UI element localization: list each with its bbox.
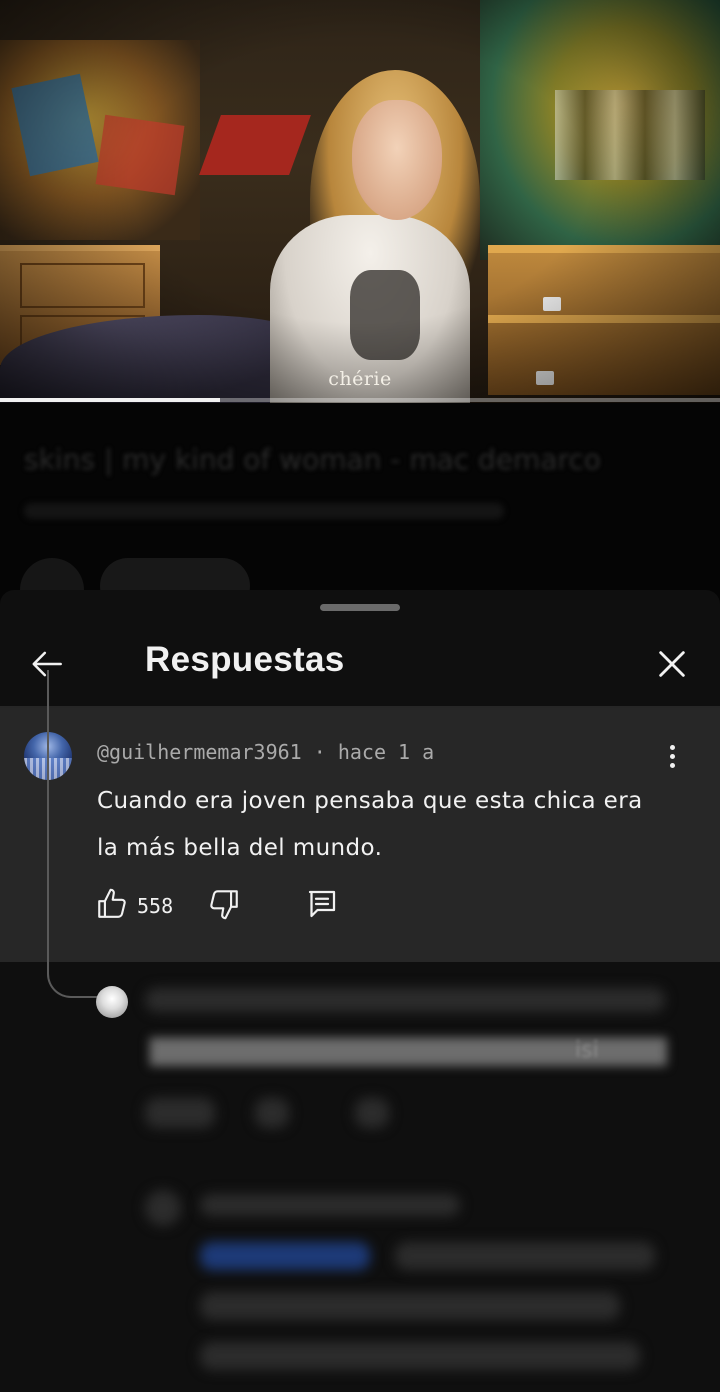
close-icon <box>659 651 685 677</box>
more-vert-icon <box>669 762 675 768</box>
highlighted-comment: @guilhermemar3961 · hace 1 a Cuando era … <box>0 708 720 962</box>
video-progress-bar[interactable] <box>0 398 720 402</box>
like-button[interactable] <box>92 884 132 924</box>
replies-sheet: Respuestas @guilhermemar3961 · hace 1 a … <box>0 590 720 1392</box>
dislike-button[interactable] <box>204 884 244 924</box>
comment-meta: @guilhermemar3961 · hace 1 a <box>97 740 434 764</box>
reply-button[interactable] <box>302 884 342 924</box>
dimmed-video-title: skins | my kind of woman - mac demarco <box>24 443 601 476</box>
avatar[interactable] <box>96 986 128 1018</box>
blurred-nested-text <box>200 1342 640 1370</box>
blurred-mention-link <box>200 1242 370 1270</box>
dimmed-video-meta <box>24 503 504 519</box>
comment-time: hace 1 a <box>337 740 435 764</box>
video-progress-fill <box>0 398 220 402</box>
meta-separator: · <box>313 740 326 764</box>
sheet-title: Respuestas <box>145 640 345 679</box>
like-count: 558 <box>137 894 174 918</box>
blurred-nested-text <box>395 1242 655 1270</box>
comment-author[interactable]: @guilhermemar3961 <box>97 740 302 764</box>
thumb-up-icon <box>98 888 126 918</box>
blurred-reply-text-tail: isi <box>575 1038 599 1063</box>
more-vert-icon <box>669 753 675 759</box>
thumb-down-icon <box>210 890 238 920</box>
video-player[interactable]: chérie <box>0 0 720 403</box>
blurred-reply-actions <box>355 1098 389 1128</box>
blurred-reply-actions <box>145 1098 215 1128</box>
blurred-reply-actions <box>255 1098 289 1128</box>
dimmed-background: skins | my kind of woman - mac demarco <box>0 403 720 622</box>
blurred-nested-meta <box>200 1194 460 1216</box>
comment-text: Cuando era joven pensaba que esta chica … <box>97 788 643 861</box>
replies-list: ████████████████████████████ isi <box>0 962 720 1392</box>
comment-actions: 558 <box>92 882 392 930</box>
reply-icon <box>308 890 336 918</box>
blurred-reply-meta <box>145 988 665 1012</box>
drag-handle[interactable] <box>320 604 400 611</box>
more-vert-icon <box>669 744 675 750</box>
video-caption: chérie <box>328 368 392 390</box>
reply-connector <box>47 962 97 998</box>
blurred-nested-avatar <box>145 1190 181 1226</box>
close-button[interactable] <box>648 640 696 688</box>
more-options-button[interactable] <box>652 736 692 776</box>
sheet-header: Respuestas <box>0 620 720 706</box>
video-frame-vignette <box>0 0 720 403</box>
blurred-nested-text <box>200 1292 620 1320</box>
